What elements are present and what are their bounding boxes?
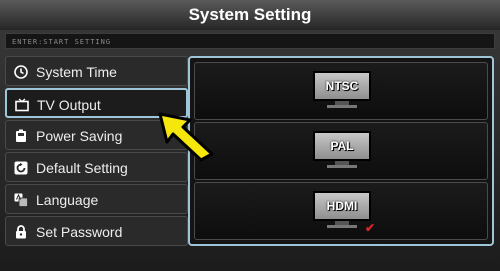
option-label: HDMI	[313, 191, 371, 221]
hint-bar: ENTER:START SETTING	[5, 33, 495, 49]
menu-item-system-time[interactable]: System Time	[5, 56, 188, 86]
selected-check-icon: ✔	[365, 221, 376, 235]
tv-icon	[15, 98, 29, 112]
menu-item-label: System Time	[36, 64, 117, 80]
menu-item-label: Set Password	[36, 224, 123, 240]
tv-icon: NTSC	[313, 71, 371, 109]
menu-item-label: Power Saving	[36, 128, 123, 144]
option-label: NTSC	[313, 71, 371, 101]
reset-icon	[14, 161, 28, 175]
clock-icon	[14, 65, 28, 79]
tv-icon: HDMI ✔	[313, 191, 375, 234]
tv-icon: PAL	[313, 131, 371, 169]
pointer-arrow-icon	[158, 112, 214, 162]
system-setting-screen: System Setting ENTER:START SETTING Syste…	[0, 0, 500, 271]
lock-icon	[16, 225, 26, 239]
menu-item-set-password[interactable]: Set Password	[5, 216, 188, 246]
option-ntsc[interactable]: NTSC	[194, 62, 488, 120]
option-hdmi[interactable]: HDMI ✔	[194, 182, 488, 240]
option-label: PAL	[313, 131, 371, 161]
battery-icon	[16, 129, 26, 142]
menu-item-label: TV Output	[37, 97, 101, 113]
menu-item-language[interactable]: Language	[5, 184, 188, 214]
page-title: System Setting	[0, 0, 500, 30]
menu-item-label: Language	[36, 192, 99, 208]
menu-item-label: Default Setting	[36, 160, 128, 176]
language-icon	[14, 193, 28, 207]
option-pal[interactable]: PAL	[194, 122, 488, 180]
tv-output-panel: NTSC PAL HDMI ✔	[188, 56, 494, 246]
